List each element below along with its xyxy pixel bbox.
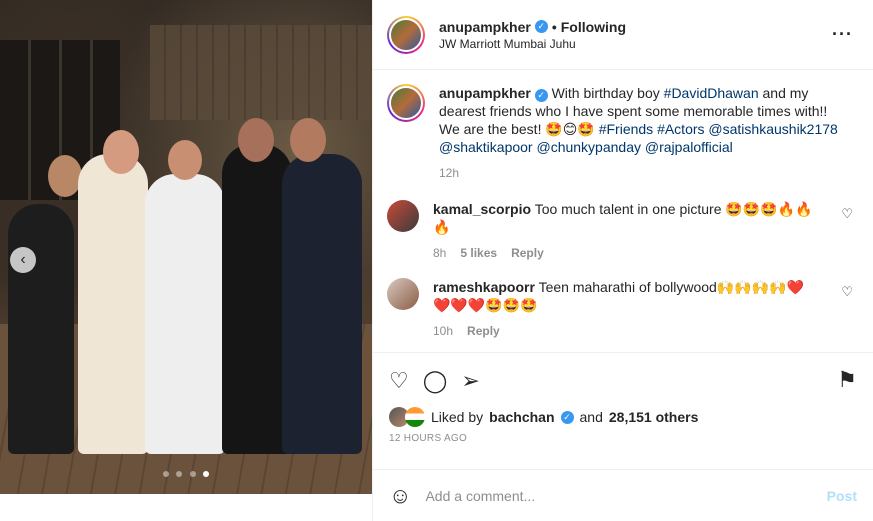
person-1	[8, 204, 74, 454]
carousel-dots	[0, 465, 372, 480]
person-1-head	[48, 155, 82, 197]
liked-by-and: and	[579, 409, 603, 425]
post-location[interactable]: JW Marriott Mumbai Juhu	[439, 37, 626, 51]
liked-by-user[interactable]: bachchan	[489, 409, 554, 425]
caption-username[interactable]: anupampkher	[439, 85, 531, 101]
comment-like-heart-icon[interactable]: ♡	[841, 206, 853, 222]
post-comment-button[interactable]: Post	[827, 488, 857, 504]
person-3	[145, 174, 225, 454]
add-comment-bar: ☺ Add a comment... Post	[373, 469, 873, 521]
person-5	[282, 154, 362, 454]
comment-username[interactable]: rameshkapoorr	[433, 279, 535, 295]
comment-reply-button[interactable]: Reply	[467, 322, 500, 340]
mention-link[interactable]: @satishkaushik2178	[708, 121, 837, 137]
post-timestamp[interactable]: 12 HOURS AGO	[389, 433, 857, 444]
verified-badge-icon: ✓	[534, 89, 548, 102]
comment-time[interactable]: 10h	[433, 322, 453, 340]
author-avatar[interactable]	[387, 15, 425, 54]
carousel-dot-active	[203, 471, 210, 477]
carousel-dot	[162, 471, 169, 477]
comment-time[interactable]: 8h	[433, 244, 446, 262]
hashtag-link[interactable]: #Friends	[599, 121, 653, 137]
comment-row: rameshkapoorr Teen maharathi of bollywoo…	[387, 278, 859, 340]
mention-link[interactable]: @chunkypanday	[536, 139, 641, 155]
comment-row: kamal_scorpio Too much talent in one pic…	[387, 200, 859, 262]
separator-dot: •	[551, 18, 557, 35]
hashtag-link[interactable]: #Actors	[657, 121, 704, 137]
likes-count[interactable]: 28,151 others	[609, 409, 699, 425]
commenter-avatar[interactable]	[387, 200, 419, 232]
person-4-head	[238, 118, 274, 162]
caption: anupampkher ✓ With birthday boy #DavidDh…	[387, 84, 859, 182]
verified-badge-icon: ✓	[534, 20, 548, 33]
caption-time[interactable]: 12h	[439, 164, 459, 182]
person-2	[78, 154, 148, 454]
liker-avatar[interactable]	[405, 407, 425, 427]
author-username[interactable]: anupampkher	[439, 19, 531, 35]
comment-reply-button[interactable]: Reply	[511, 244, 544, 262]
post-header: anupampkher ✓ • Following JW Marriott Mu…	[373, 0, 873, 70]
carousel-dot	[176, 471, 183, 477]
emoji-icon[interactable]: ☺	[389, 483, 411, 509]
comment-like-heart-icon[interactable]: ♡	[841, 284, 853, 300]
comment-bubble-icon[interactable]: ◯	[423, 368, 448, 394]
verified-badge-icon: ✓	[560, 410, 574, 424]
caption-text: With birthday boy	[551, 85, 660, 101]
photo-bottom-strip	[0, 494, 372, 521]
person-3-head	[168, 140, 202, 180]
like-heart-icon[interactable]: ♡	[389, 368, 409, 394]
commenter-avatar[interactable]	[387, 278, 419, 310]
liked-by-prefix: Liked by	[431, 409, 484, 425]
comment-input[interactable]: Add a comment...	[425, 488, 826, 504]
more-options-icon[interactable]: ···	[832, 24, 853, 45]
caption-avatar[interactable]	[387, 84, 425, 122]
person-2-head	[103, 130, 139, 174]
post-photo[interactable]: ‹	[0, 0, 372, 494]
comments-section: anupampkher ✓ With birthday boy #DavidDh…	[373, 70, 873, 352]
carousel-dot	[189, 471, 196, 477]
hashtag-link[interactable]: #DavidDhawan	[664, 85, 759, 101]
liked-by: Liked by bachchan ✓ and 28,151 others	[389, 407, 857, 427]
post-actions: ♡ ◯ ➢ ⚑ Liked by bachchan ✓ and 28,151 o…	[373, 352, 873, 444]
following-button[interactable]: Following	[561, 19, 626, 35]
post-panel: anupampkher ✓ • Following JW Marriott Mu…	[372, 0, 873, 521]
person-5-head	[290, 118, 326, 162]
previous-image-button[interactable]: ‹	[10, 247, 36, 273]
share-send-icon[interactable]: ➢	[461, 368, 479, 394]
photo-ceiling	[150, 25, 372, 120]
mention-link[interactable]: @shaktikapoor	[439, 139, 533, 155]
comment-username[interactable]: kamal_scorpio	[433, 201, 531, 217]
comment-likes[interactable]: 5 likes	[460, 244, 497, 262]
mention-link[interactable]: @rajpalofficial	[645, 139, 733, 155]
bookmark-icon[interactable]: ⚑	[837, 367, 857, 393]
